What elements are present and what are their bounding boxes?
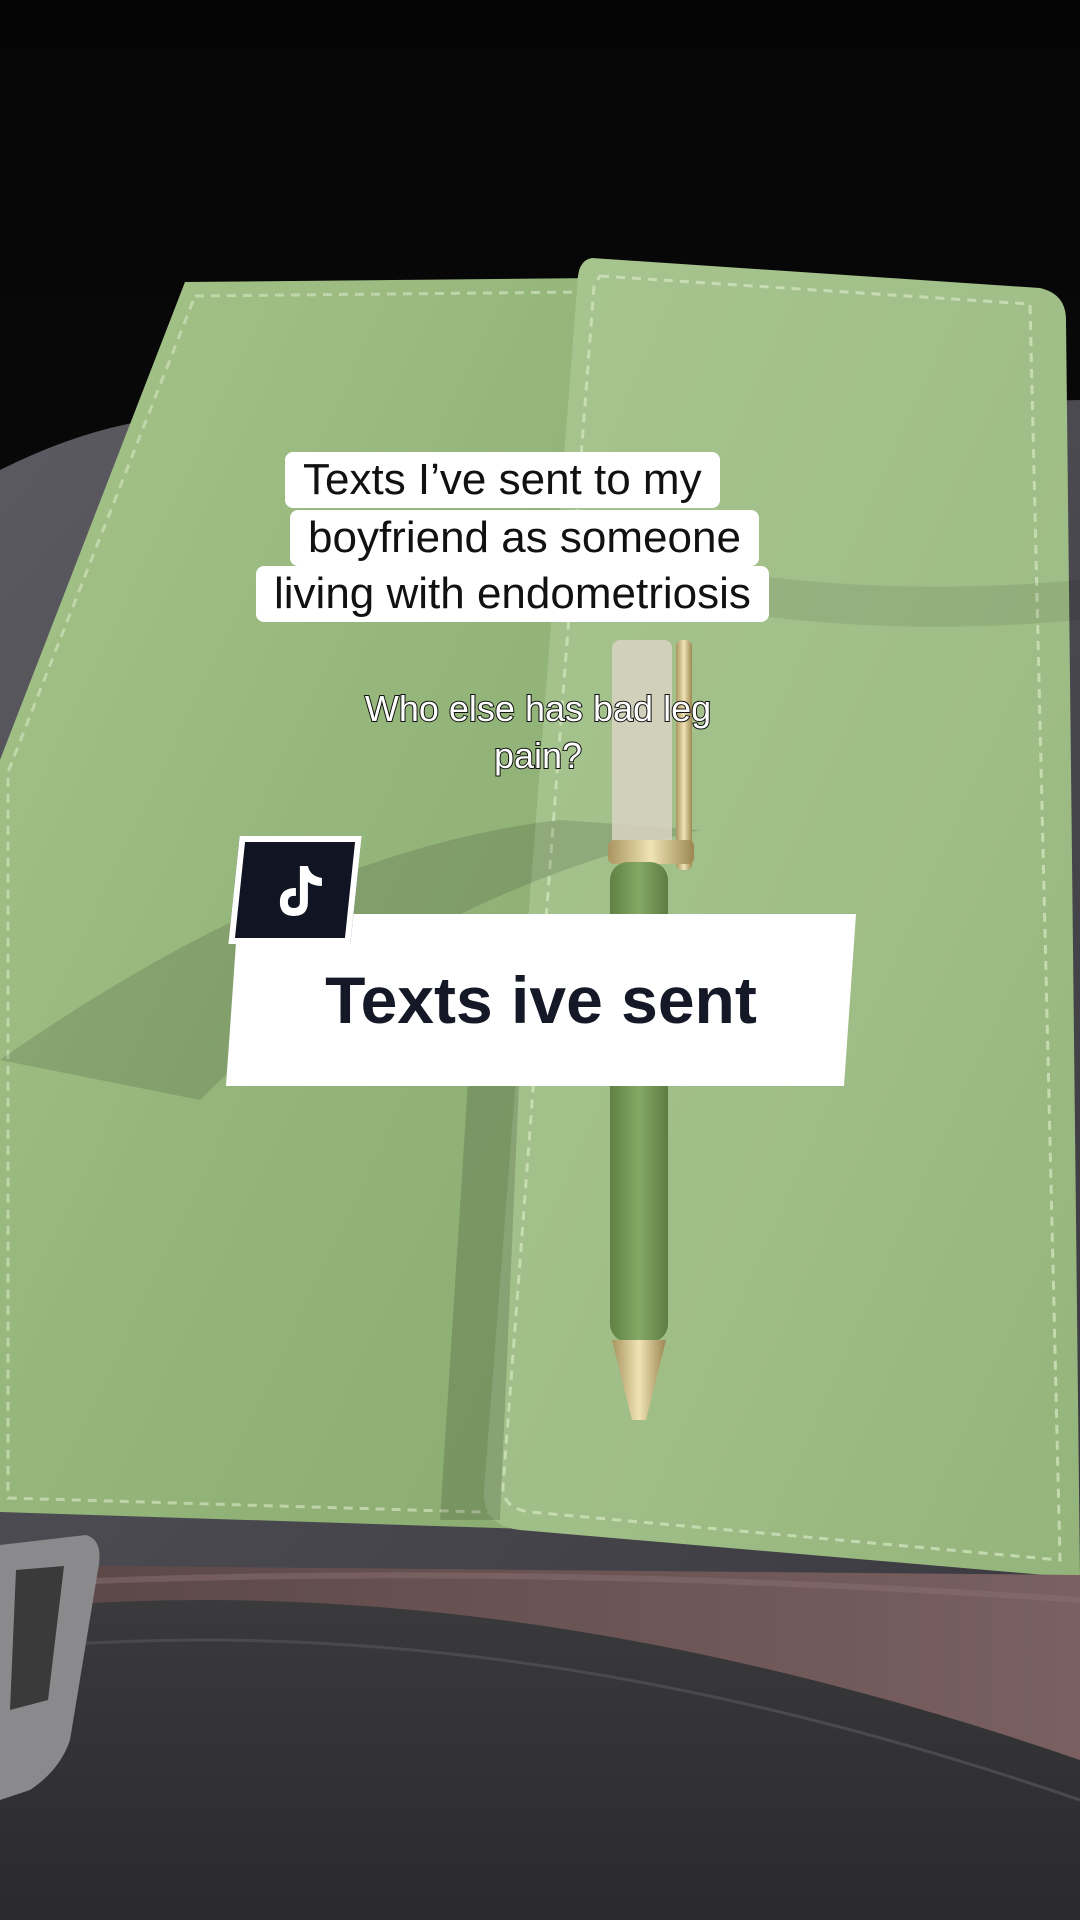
tiktok-logo-badge <box>228 836 362 944</box>
caption-line-3: living with endometriosis <box>256 566 769 622</box>
caption-line-1: Texts I’ve sent to my <box>285 452 720 508</box>
tiktok-note-icon <box>279 866 322 916</box>
subtitle-line-2: pain? <box>493 734 583 777</box>
caption-line-2: boyfriend as someone <box>290 510 759 566</box>
subtitle-line-1: Who else has bad leg <box>364 687 712 730</box>
